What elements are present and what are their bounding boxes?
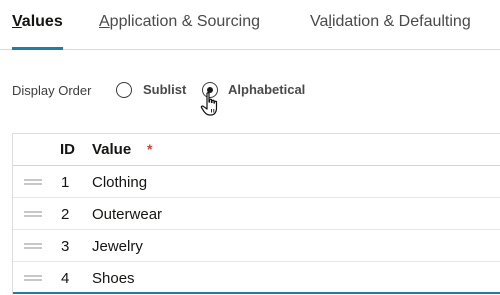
column-header-value[interactable]: Value: [92, 141, 131, 158]
display-order-label: Display Order: [12, 83, 92, 98]
tab-values-rest: alues: [21, 13, 63, 30]
table-row[interactable]: 2 Outerwear: [13, 198, 500, 230]
tab-values[interactable]: Values: [12, 13, 63, 31]
cell-id: 1: [61, 174, 70, 191]
radio-alphabetical-label[interactable]: Alphabetical: [228, 82, 305, 97]
drag-handle-icon[interactable]: [24, 243, 42, 249]
drag-handle-icon[interactable]: [24, 275, 42, 281]
tab-application-mnemonic: A: [99, 13, 110, 30]
table-row[interactable]: 4 Shoes: [13, 262, 500, 294]
tab-application-sourcing[interactable]: Application & Sourcing: [99, 13, 260, 31]
table-row[interactable]: 3 Jewelry: [13, 230, 500, 262]
tab-bar: Values Application & Sourcing Validation…: [0, 0, 500, 50]
cell-id: 3: [61, 238, 70, 255]
tab-validation-defaulting[interactable]: Validation & Defaulting: [310, 13, 471, 31]
drag-handle-icon[interactable]: [24, 179, 42, 185]
tab-validation-rest: idation & Defaulting: [331, 13, 471, 30]
radio-sublist-label[interactable]: Sublist: [143, 82, 186, 97]
tab-validation-pre: Va: [310, 13, 329, 30]
table-row[interactable]: 1 Clothing: [13, 166, 500, 198]
cell-id: 4: [61, 270, 70, 287]
table-header: ID Value *: [13, 134, 500, 166]
page: Values Application & Sourcing Validation…: [0, 0, 500, 295]
hand-pointer-icon: [200, 92, 218, 116]
active-tab-indicator: [12, 47, 63, 50]
tab-values-mnemonic: V: [12, 13, 22, 30]
cell-value: Outerwear: [92, 206, 163, 223]
tab-application-rest: pplication & Sourcing: [109, 13, 260, 30]
column-header-id[interactable]: ID: [60, 141, 75, 158]
values-table: ID Value * 1 Clothing 2 Outerwear 3 Jewe…: [12, 133, 500, 295]
radio-sublist[interactable]: [116, 82, 132, 98]
cell-value: Shoes: [92, 270, 135, 287]
cell-value: Clothing: [92, 174, 148, 191]
drag-handle-icon[interactable]: [24, 211, 42, 217]
cell-id: 2: [61, 206, 70, 223]
cell-value: Jewelry: [92, 238, 143, 255]
required-marker: *: [147, 141, 153, 157]
